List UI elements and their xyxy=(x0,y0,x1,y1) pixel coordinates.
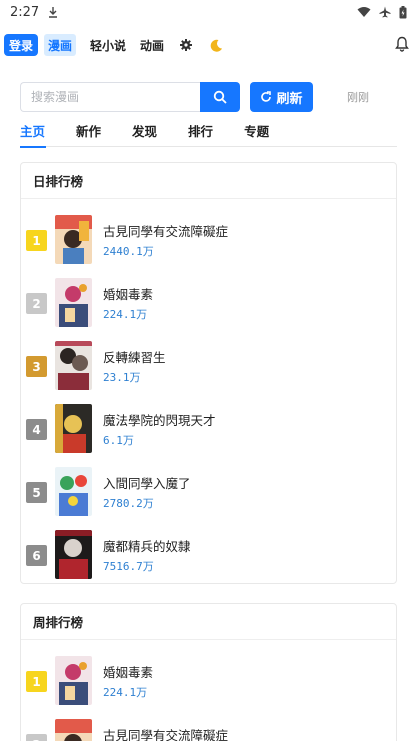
weekly-ranking-card: 周排行榜 1 婚姻毒素 224.1万 2 古見同學有交流障礙症 xyxy=(20,603,397,741)
cover-image xyxy=(55,215,92,264)
wifi-icon xyxy=(357,7,371,17)
item-count: 224.1万 xyxy=(103,308,148,321)
dark-mode-button[interactable] xyxy=(208,34,224,56)
status-bar: 2:27 xyxy=(0,0,417,24)
cover-image xyxy=(55,656,92,705)
nav-anime[interactable]: 动画 xyxy=(140,34,164,56)
item-title: 婚姻毒素 xyxy=(103,287,154,302)
tab-ranking[interactable]: 排行 xyxy=(188,121,213,147)
refresh-label: 刷新 xyxy=(276,91,303,107)
rank-badge: 1 xyxy=(26,230,47,251)
rank-badge: 1 xyxy=(26,671,47,692)
gear-icon xyxy=(180,39,193,51)
refresh-icon xyxy=(261,91,272,102)
list-item[interactable]: 3 反轉練習生 23.1万 xyxy=(21,334,396,397)
login-button[interactable]: 登录 xyxy=(4,34,39,56)
rank-badge: 3 xyxy=(26,356,47,377)
refresh-time: 刚刚 xyxy=(347,91,369,104)
list-item[interactable]: 1 古見同學有交流障礙症 2440.1万 xyxy=(21,208,396,271)
download-icon xyxy=(49,7,58,18)
item-count: 2780.2万 xyxy=(103,497,154,510)
daily-ranking-card: 日排行榜 1 古見同學有交流障礙症 2440.1万 2 婚姻毒素 224.1万 … xyxy=(20,162,397,584)
item-title: 反轉練習生 xyxy=(103,350,166,365)
nav-novel[interactable]: 轻小说 xyxy=(90,34,126,56)
list-item[interactable]: 5 入間同學入魔了 2780.2万 xyxy=(21,460,396,523)
list-item[interactable]: 6 魔都精兵的奴隸 7516.7万 xyxy=(21,523,396,586)
item-title: 魔法學院的閃現天才 xyxy=(103,413,216,428)
rank-badge: 4 xyxy=(26,419,47,440)
refresh-button[interactable]: 刷新 xyxy=(250,82,313,112)
item-title: 古見同學有交流障礙症 xyxy=(103,728,229,741)
tab-home[interactable]: 主页 xyxy=(20,121,47,148)
item-count: 2440.1万 xyxy=(103,245,154,258)
top-nav: 登录 漫画 轻小说 动画 xyxy=(0,26,417,64)
tab-bar: 主页 新作 发现 排行 专题 xyxy=(20,121,397,148)
rank-badge: 6 xyxy=(26,545,47,566)
item-count: 224.1万 xyxy=(103,686,148,699)
bell-icon[interactable] xyxy=(395,36,409,52)
list-item[interactable]: 2 婚姻毒素 224.1万 xyxy=(21,271,396,334)
cover-image xyxy=(55,719,92,741)
tab-topics[interactable]: 专题 xyxy=(244,121,269,147)
item-count: 23.1万 xyxy=(103,371,141,384)
nav-manga[interactable]: 漫画 xyxy=(44,34,77,56)
list-item[interactable]: 2 古見同學有交流障礙症 xyxy=(21,712,396,741)
moon-icon xyxy=(210,39,222,52)
item-title: 入間同學入魔了 xyxy=(103,476,191,491)
tab-new[interactable]: 新作 xyxy=(76,121,101,147)
search-button[interactable] xyxy=(200,82,240,112)
search-input[interactable] xyxy=(20,82,200,112)
item-title: 婚姻毒素 xyxy=(103,665,154,680)
list-item[interactable]: 1 婚姻毒素 224.1万 xyxy=(21,649,396,712)
search-row: 刷新 刚刚 xyxy=(20,82,400,112)
daily-ranking-title: 日排行榜 xyxy=(21,163,396,199)
item-title: 魔都精兵的奴隸 xyxy=(103,539,191,554)
rank-badge: 2 xyxy=(26,734,47,741)
tab-discover[interactable]: 发现 xyxy=(132,121,157,147)
rank-badge: 5 xyxy=(26,482,47,503)
item-title: 古見同學有交流障礙症 xyxy=(103,224,229,239)
rank-badge: 2 xyxy=(26,293,47,314)
weekly-ranking-title: 周排行榜 xyxy=(21,604,396,640)
cover-image xyxy=(55,530,92,579)
item-count: 7516.7万 xyxy=(103,560,154,573)
list-item[interactable]: 4 魔法學院的閃現天才 6.1万 xyxy=(21,397,396,460)
airplane-icon xyxy=(379,6,391,18)
status-time: 2:27 xyxy=(10,4,40,20)
cover-image xyxy=(55,467,92,516)
cover-image xyxy=(55,278,92,327)
cover-image xyxy=(55,404,92,453)
cover-image xyxy=(55,341,92,390)
battery-icon xyxy=(399,5,407,18)
item-count: 6.1万 xyxy=(103,434,134,447)
search-icon xyxy=(213,90,227,104)
settings-button[interactable] xyxy=(178,34,194,56)
